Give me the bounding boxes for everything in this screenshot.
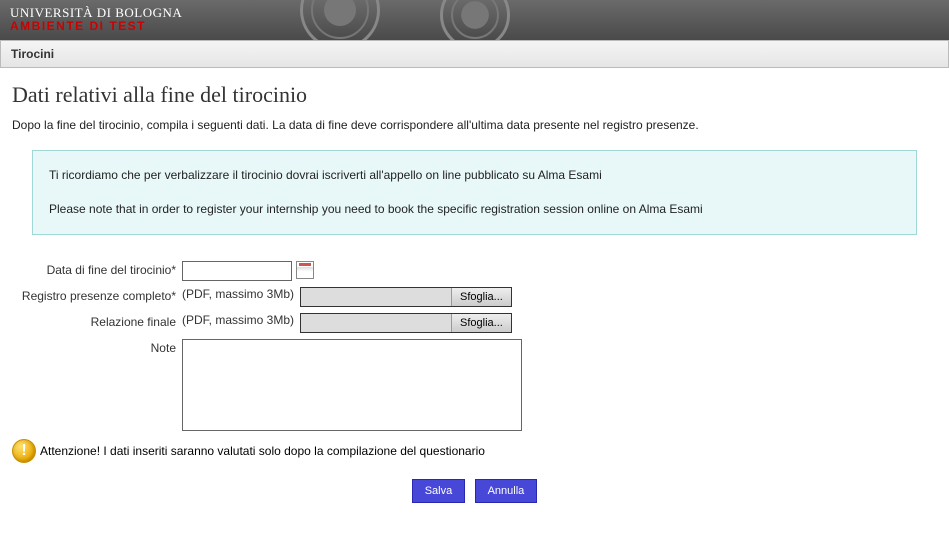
gear-decoration xyxy=(440,0,510,40)
notice-line-it: Ti ricordiamo che per verbalizzare il ti… xyxy=(49,165,900,187)
file-hint: (PDF, massimo 3Mb) xyxy=(182,313,294,327)
warning-icon: ! xyxy=(12,439,36,463)
cancel-button[interactable]: Annulla xyxy=(475,479,538,503)
intro-text: Dopo la fine del tirocinio, compila i se… xyxy=(12,118,937,132)
button-row: Salva Annulla xyxy=(12,479,937,503)
notes-textarea[interactable] xyxy=(182,339,522,431)
notes-label: Note xyxy=(12,339,182,431)
attendance-browse-button[interactable]: Sfoglia... xyxy=(451,288,511,306)
form: Data di fine del tirocinio* Registro pre… xyxy=(12,261,937,431)
report-browse-button[interactable]: Sfoglia... xyxy=(451,314,511,332)
warning-text: Attenzione! I dati inseriti saranno valu… xyxy=(40,444,485,458)
end-date-input[interactable] xyxy=(182,261,292,281)
report-file-field: Sfoglia... xyxy=(300,313,512,333)
notice-line-en: Please note that in order to register yo… xyxy=(49,199,900,221)
attendance-file-display xyxy=(301,288,451,306)
attendance-register-label: Registro presenze completo* xyxy=(12,287,182,307)
page-title: Dati relativi alla fine del tirocinio xyxy=(12,82,937,108)
end-date-label: Data di fine del tirocinio* xyxy=(12,261,182,281)
warning-row: ! Attenzione! I dati inseriti saranno va… xyxy=(12,439,937,463)
gear-decoration xyxy=(300,0,380,40)
info-notice: Ti ricordiamo che per verbalizzare il ti… xyxy=(32,150,917,235)
breadcrumb-item[interactable]: Tirocini xyxy=(11,47,54,61)
calendar-icon[interactable] xyxy=(296,261,314,279)
report-file-display xyxy=(301,314,451,332)
save-button[interactable]: Salva xyxy=(412,479,466,503)
main-content: Dati relativi alla fine del tirocinio Do… xyxy=(0,68,949,523)
final-report-label: Relazione finale xyxy=(12,313,182,333)
top-header: UNIVERSITÀ DI BOLOGNA AMBIENTE DI TEST xyxy=(0,0,949,40)
attendance-file-field: Sfoglia... xyxy=(300,287,512,307)
file-hint: (PDF, massimo 3Mb) xyxy=(182,287,294,301)
breadcrumb[interactable]: Tirocini xyxy=(0,40,949,68)
